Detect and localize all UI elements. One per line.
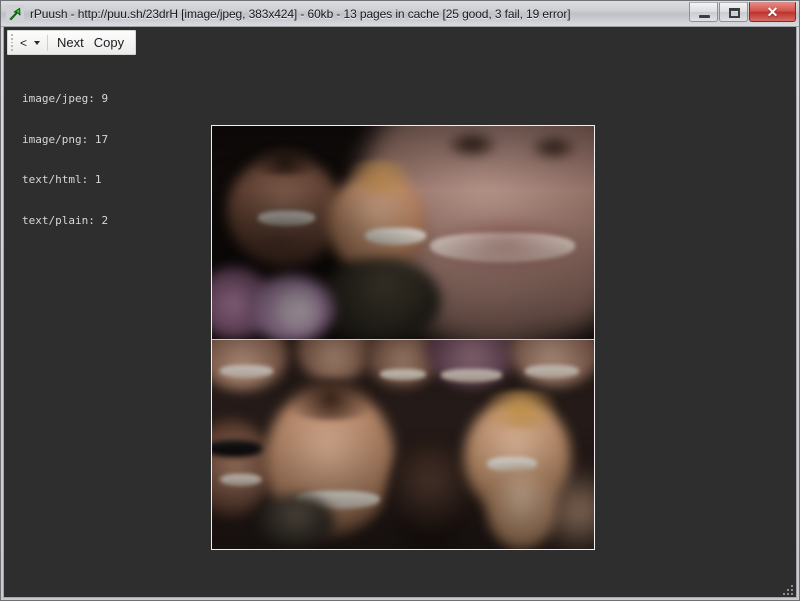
application-window: rPuush - http://puu.sh/23drH [image/jpeg…	[0, 0, 800, 601]
collage-panel-bottom	[212, 339, 594, 549]
back-button[interactable]: <	[15, 32, 30, 53]
stats-line: image/png: 17	[22, 132, 109, 146]
maximize-button[interactable]	[719, 2, 748, 22]
collage-image	[212, 126, 594, 549]
close-icon: ✕	[766, 4, 779, 20]
toolbar-gripper[interactable]	[8, 31, 15, 54]
toolbar-separator	[47, 34, 49, 51]
toolbar: < Next Copy	[7, 30, 137, 55]
stats-line: image/jpeg: 9	[22, 92, 109, 105]
cache-stats-list: image/jpeg: 9 image/png: 17 text/html: 1…	[22, 65, 108, 254]
title-bar[interactable]: rPuush - http://puu.sh/23drH [image/jpeg…	[1, 1, 799, 27]
stats-line: text/html: 1	[22, 173, 102, 186]
green-arrow-icon	[6, 4, 24, 23]
client-area: < Next Copy image/jpeg: 9 image/png: 17 …	[3, 27, 797, 598]
close-button[interactable]: ✕	[749, 2, 796, 22]
window-title: rPuush - http://puu.sh/23drH [image/jpeg…	[30, 6, 571, 21]
chevron-down-icon[interactable]	[30, 40, 43, 45]
copy-button[interactable]: Copy	[89, 32, 129, 53]
window-controls: ✕	[688, 2, 796, 24]
image-viewer[interactable]	[211, 125, 595, 550]
maximize-icon	[729, 8, 740, 18]
minimize-icon	[699, 15, 710, 18]
stats-line: text/plain: 2	[22, 213, 109, 227]
next-button[interactable]: Next	[52, 32, 89, 53]
collage-panel-top	[212, 126, 594, 340]
resize-grip[interactable]	[782, 583, 794, 595]
minimize-button[interactable]	[689, 2, 718, 22]
